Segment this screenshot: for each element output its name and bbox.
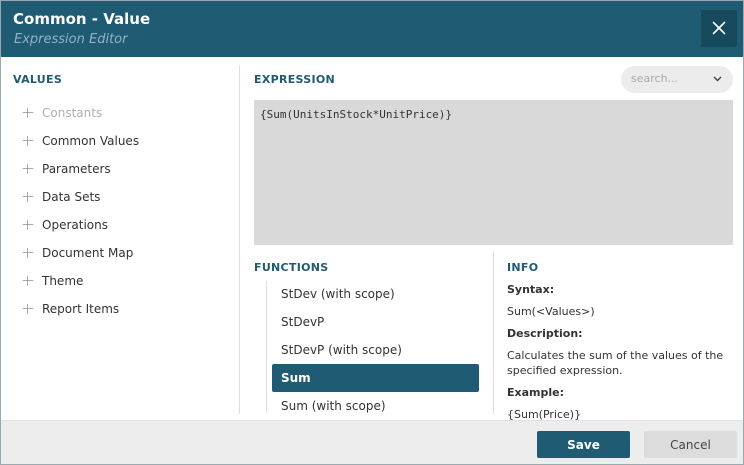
close-icon [712,21,726,35]
function-item-stdevp[interactable]: StDevP [272,308,479,336]
tree-item-label: Operations [42,218,108,232]
function-item-sum-with-scope[interactable]: Sum (with scope) [272,392,479,420]
functions-title: FUNCTIONS [254,261,329,274]
tree-item-label: Constants [42,106,103,120]
search-input[interactable] [631,72,711,85]
info-title: INFO [507,261,539,274]
tree-item-constants[interactable]: Constants [23,99,139,127]
tree-item-label: Data Sets [42,190,101,204]
syntax-label: Syntax: [507,283,555,296]
info-divider [493,252,494,414]
function-item-stdevp-with-scope[interactable]: StDevP (with scope) [272,336,479,364]
tree-item-label: Parameters [42,162,111,176]
dialog-header: Common - Value Expression Editor [1,1,743,57]
tree-item-label: Document Map [42,246,134,260]
panel-divider [239,65,240,414]
tree-item-label: Theme [42,274,84,288]
tree-item-theme[interactable]: Theme [23,267,139,295]
dialog-subtitle: Expression Editor [14,32,128,47]
expression-editor[interactable]: {Sum(UnitsInStock*UnitPrice)} [254,100,733,245]
description-label: Description: [507,327,583,340]
plus-icon [23,304,33,314]
tree-item-data-sets[interactable]: Data Sets [23,183,139,211]
syntax-value: Sum(<Values>) [507,305,595,318]
functions-tree-line [266,281,267,413]
example-label: Example: [507,386,564,399]
functions-list: StDev (with scope) StDevP StDevP (with s… [272,280,479,420]
plus-icon [23,108,33,118]
values-panel: VALUES Constants Common Values Parameter… [1,57,239,420]
dialog-footer: Save Cancel [1,420,743,464]
plus-icon [23,164,33,174]
tree-item-common-values[interactable]: Common Values [23,127,139,155]
expression-title: EXPRESSION [254,73,336,86]
function-item-sum[interactable]: Sum [272,364,479,392]
tree-item-report-items[interactable]: Report Items [23,295,139,323]
tree-item-label: Report Items [42,302,120,316]
save-button[interactable]: Save [537,431,630,458]
values-title: VALUES [13,73,63,86]
tree-item-document-map[interactable]: Document Map [23,239,139,267]
cancel-button[interactable]: Cancel [644,431,737,458]
plus-icon [23,248,33,258]
expression-editor-dialog: Common - Value Expression Editor VALUES … [0,0,744,465]
values-tree: Constants Common Values Parameters Data … [23,99,139,323]
function-search[interactable] [621,66,733,93]
tree-item-parameters[interactable]: Parameters [23,155,139,183]
dialog-title: Common - Value [13,10,151,28]
plus-icon [23,276,33,286]
close-button[interactable] [701,10,737,47]
description-value: Calculates the sum of the values of the … [507,349,724,377]
info-panel: INFO Syntax: Sum(<Values>) Description: … [507,261,732,430]
plus-icon [23,192,33,202]
tree-item-label: Common Values [42,134,140,148]
function-item-stdev-with-scope[interactable]: StDev (with scope) [272,280,479,308]
chevron-down-icon [713,76,722,82]
tree-item-operations[interactable]: Operations [23,211,139,239]
plus-icon [23,220,33,230]
plus-icon [23,136,33,146]
